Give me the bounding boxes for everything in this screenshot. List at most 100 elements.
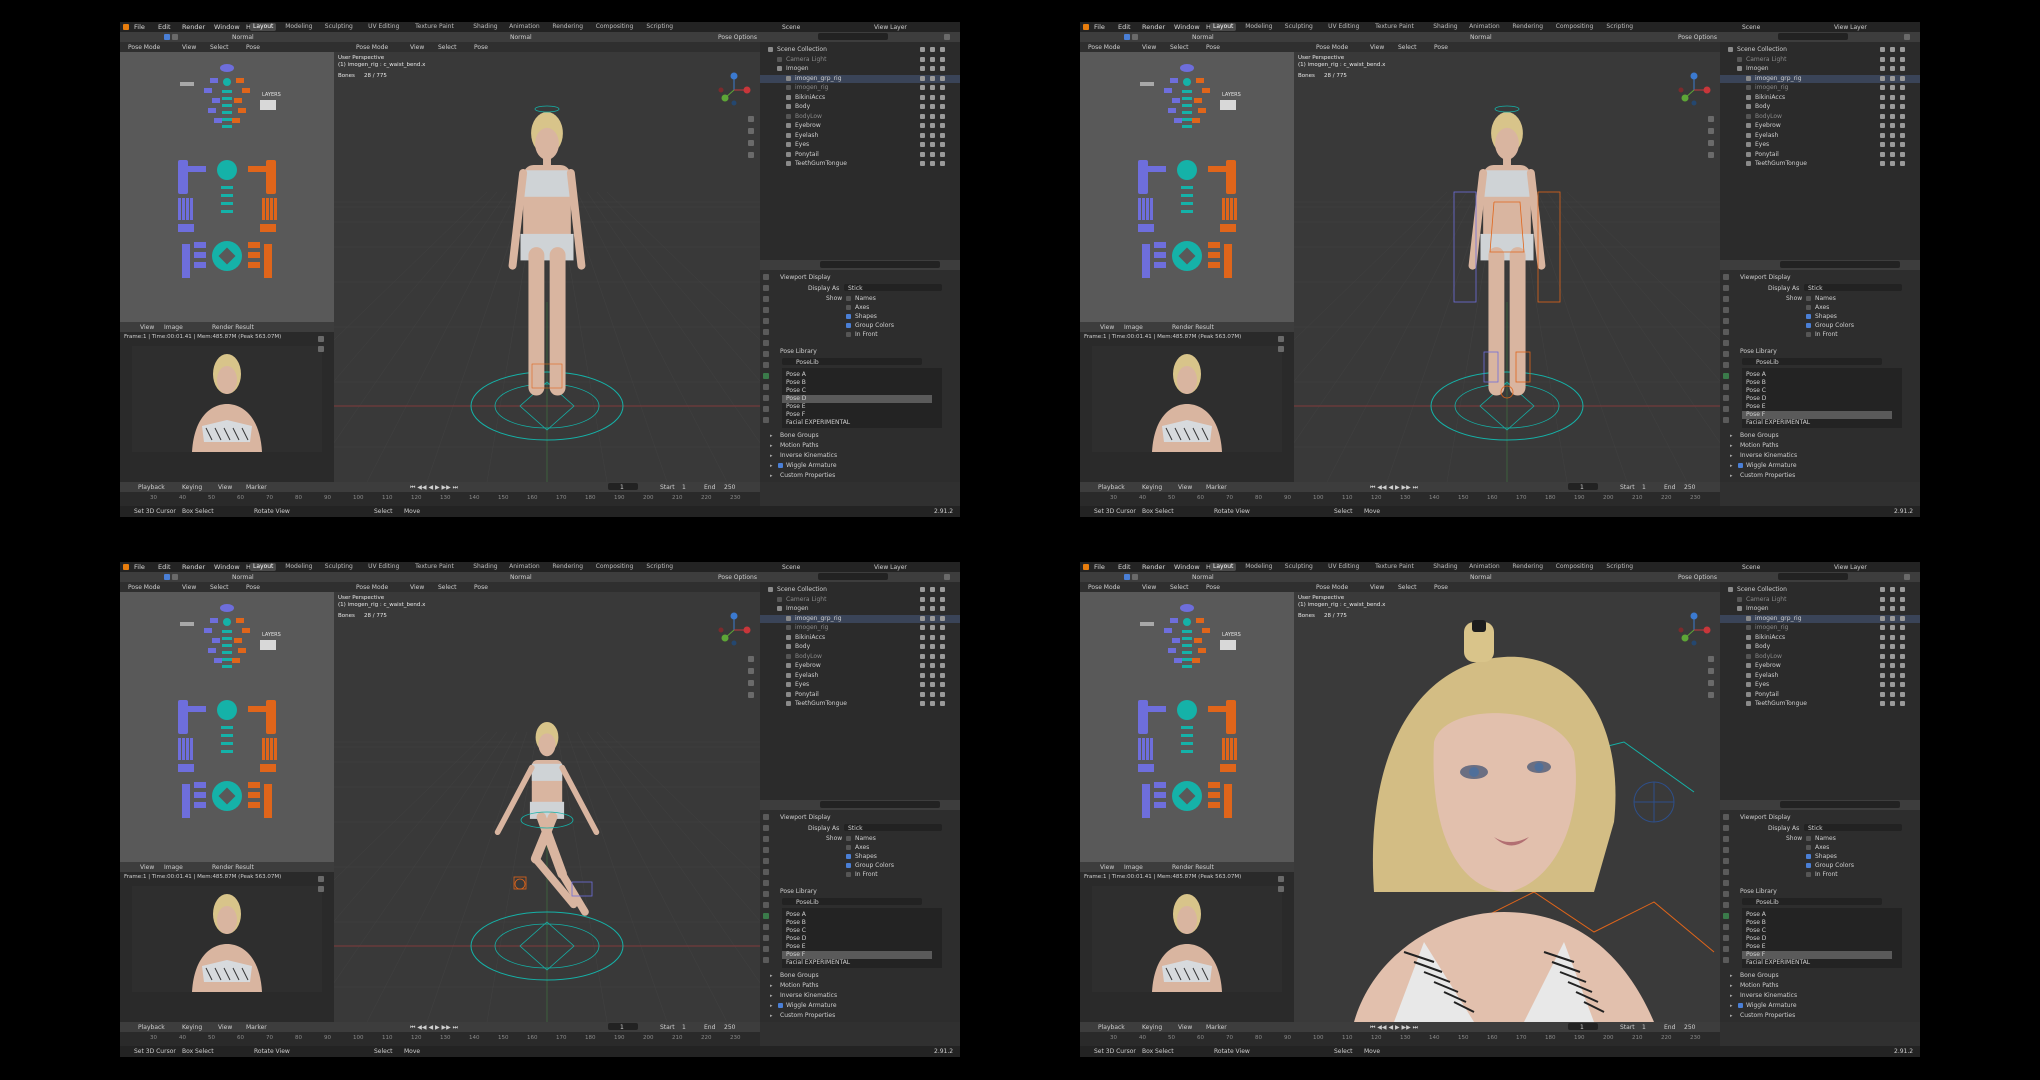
image-view-menu[interactable]: View — [140, 864, 154, 871]
hand-icon[interactable] — [1278, 886, 1284, 892]
outliner-row[interactable]: Camera Light — [760, 596, 960, 604]
eye-icon[interactable] — [1880, 653, 1885, 659]
zoom-icon[interactable] — [748, 116, 754, 122]
outliner-search-input[interactable] — [1778, 33, 1848, 40]
render-icon[interactable] — [1900, 682, 1905, 687]
property-tab-icon[interactable] — [763, 351, 769, 357]
camera-icon[interactable] — [930, 625, 935, 630]
outliner-row[interactable]: Eyes — [1720, 141, 1920, 149]
menu-window[interactable]: Window — [214, 563, 240, 571]
camera-icon[interactable] — [1890, 691, 1895, 697]
pose-list-item[interactable]: Facial EXPERIMENTAL — [1742, 419, 1892, 427]
hand-icon[interactable] — [1708, 668, 1714, 674]
tab-compositing[interactable]: Compositing — [1553, 563, 1597, 571]
expand-arrow-icon[interactable]: ▸ — [1730, 993, 1733, 999]
property-tab-icon[interactable] — [763, 384, 769, 390]
rig-picker-graphic[interactable] — [1080, 592, 1294, 862]
tab-rendering[interactable]: Rendering — [1509, 23, 1546, 31]
pose-list-item[interactable]: Pose D — [1742, 935, 1892, 943]
expand-arrow-icon[interactable]: ▸ — [1730, 433, 1733, 439]
timeline-menu-keying[interactable]: Keying — [182, 1024, 202, 1031]
checkbox-axes[interactable] — [1806, 845, 1811, 850]
render-icon[interactable] — [1900, 587, 1905, 592]
menu-pose[interactable]: Pose — [474, 584, 488, 591]
timeline-menu-marker[interactable]: Marker — [246, 1024, 267, 1031]
checkbox-names[interactable] — [846, 296, 851, 301]
render-icon[interactable] — [1900, 596, 1905, 602]
render-icon[interactable] — [940, 682, 945, 687]
menu-select[interactable]: Select — [1398, 44, 1417, 51]
camera-icon[interactable] — [1890, 113, 1895, 119]
select-box-icon[interactable] — [164, 34, 170, 40]
eye-icon[interactable] — [1880, 672, 1885, 678]
zoom-icon[interactable] — [1708, 116, 1714, 122]
section-custom-properties[interactable]: Custom Properties — [780, 472, 835, 479]
outliner-row[interactable]: Eyelash — [760, 132, 960, 140]
tab-texture-paint[interactable]: Texture Paint — [412, 563, 457, 571]
section-bone-groups[interactable]: Bone Groups — [780, 972, 819, 979]
pose-options-button[interactable]: Pose Options — [1678, 574, 1717, 581]
outliner-row[interactable]: imogen_rig — [1720, 624, 1920, 632]
checkbox-names[interactable] — [1806, 836, 1811, 841]
outliner-row[interactable]: imogen_rig — [760, 84, 960, 92]
property-tab-icon[interactable] — [1723, 340, 1729, 346]
eye-icon[interactable] — [920, 94, 925, 100]
expand-arrow-icon[interactable]: ▸ — [770, 473, 773, 479]
render-slot-selector[interactable]: Render Result — [212, 324, 254, 331]
mode-selector-2[interactable]: Pose Mode — [356, 44, 388, 51]
filter-icon[interactable] — [944, 34, 950, 40]
viewport-display-section[interactable]: Viewport Display — [1740, 274, 1791, 281]
timeline-menu-view[interactable]: View — [1178, 1024, 1192, 1031]
hand-icon[interactable] — [1708, 128, 1714, 134]
eye-icon[interactable] — [920, 606, 925, 611]
camera-icon[interactable] — [748, 680, 754, 686]
menu-render[interactable]: Render — [182, 23, 205, 31]
property-tab-icon[interactable] — [763, 935, 769, 941]
section-bone-groups[interactable]: Bone Groups — [1740, 972, 1779, 979]
pose-list-item[interactable]: Pose B — [782, 379, 932, 387]
select-box-icon[interactable] — [1124, 574, 1130, 580]
section-motion-paths[interactable]: Motion Paths — [1740, 442, 1779, 449]
property-tab-icon[interactable] — [763, 836, 769, 842]
property-tab-icon[interactable] — [1723, 351, 1729, 357]
select-box-icon[interactable] — [164, 574, 170, 580]
pose-library-section[interactable]: Pose Library — [1740, 888, 1777, 895]
outliner-row[interactable]: Scene Collection — [1720, 586, 1920, 594]
end-frame-value[interactable]: 250 — [1684, 484, 1695, 491]
camera-icon[interactable] — [930, 142, 935, 147]
eye-icon[interactable] — [1880, 606, 1885, 611]
property-tab-icon[interactable] — [1723, 935, 1729, 941]
property-tab-icon[interactable] — [763, 406, 769, 412]
checkbox-in-front[interactable] — [1806, 872, 1811, 877]
render-icon[interactable] — [940, 161, 945, 166]
section-inverse-kinematics[interactable]: Inverse Kinematics — [1740, 992, 1797, 999]
section-inverse-kinematics[interactable]: Inverse Kinematics — [1740, 452, 1797, 459]
outliner-row[interactable]: BikiniAccs — [760, 634, 960, 642]
render-icon[interactable] — [940, 587, 945, 592]
pose-list-item[interactable]: Pose D — [782, 395, 932, 403]
orientation-dropdown[interactable]: Normal — [1192, 34, 1214, 41]
menu-window[interactable]: Window — [214, 23, 240, 31]
property-tab-icon[interactable] — [1723, 395, 1729, 401]
property-tab-icon[interactable] — [1723, 329, 1729, 335]
section-custom-properties[interactable]: Custom Properties — [1740, 1012, 1795, 1019]
pose-list-item[interactable]: Pose A — [1742, 371, 1892, 379]
render-icon[interactable] — [940, 113, 945, 119]
expand-arrow-icon[interactable]: ▸ — [770, 973, 773, 979]
pose-list-item[interactable]: Pose F — [782, 951, 932, 959]
checkbox-shapes[interactable] — [1806, 854, 1811, 859]
rig-picker-graphic[interactable] — [120, 52, 334, 322]
mode-selector-2[interactable]: Pose Mode — [1316, 44, 1348, 51]
tab-layout[interactable]: Layout — [1210, 563, 1237, 571]
tab-compositing[interactable]: Compositing — [1553, 23, 1597, 31]
eye-icon[interactable] — [920, 682, 925, 687]
blender-logo-icon[interactable] — [1083, 564, 1089, 570]
eye-icon[interactable] — [1880, 151, 1885, 157]
eye-icon[interactable] — [920, 634, 925, 640]
tab-uv-editing[interactable]: UV Editing — [365, 23, 402, 31]
rig-picker-graphic[interactable] — [120, 592, 334, 862]
playback-controls[interactable]: ⏮ ◀◀ ◀ ▶ ▶▶ ⏭ — [410, 484, 458, 492]
select-mode-icon[interactable] — [1132, 574, 1138, 580]
menu-select[interactable]: Select — [1170, 584, 1189, 591]
camera-icon[interactable] — [1890, 47, 1895, 52]
